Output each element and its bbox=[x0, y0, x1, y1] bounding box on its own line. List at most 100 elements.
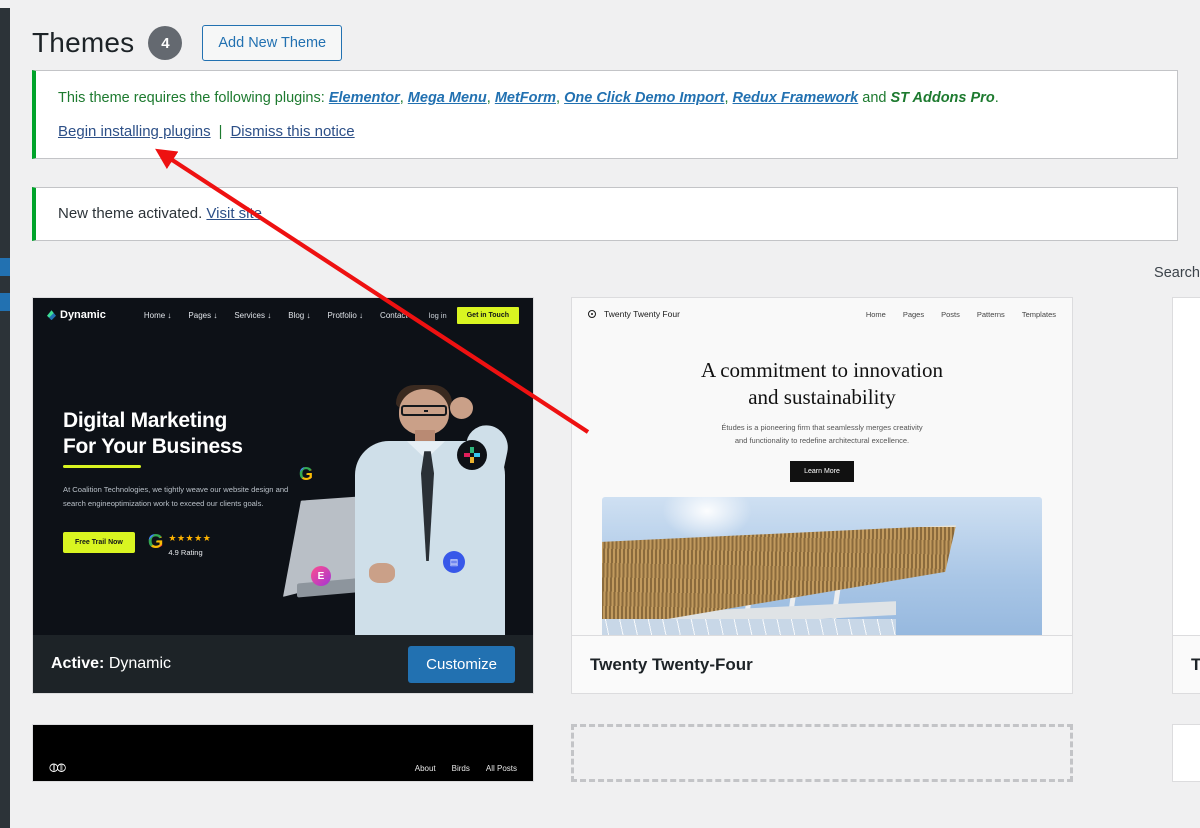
plugin-name-st-addons-pro: ST Addons Pro bbox=[890, 90, 995, 106]
plugin-link-elementor[interactable]: Elementor bbox=[329, 90, 400, 106]
active-prefix: Active: bbox=[51, 655, 105, 673]
plugin-link-one-click-demo-import[interactable]: One Click Demo Import bbox=[564, 90, 724, 106]
admin-menu-sidebar[interactable] bbox=[0, 8, 10, 828]
tt4-menu-patterns: Patterns bbox=[976, 309, 1005, 319]
plugin-link-redux-framework[interactable]: Redux Framework bbox=[733, 90, 859, 106]
tt4-preview-menu: Home Pages Posts Patterns Templates bbox=[866, 310, 1056, 319]
theme-card-third-partial[interactable]: T bbox=[1172, 297, 1200, 695]
theme-activated-message: New theme activated. bbox=[58, 204, 203, 222]
theme-screenshot-twenty-twenty-four[interactable]: Twenty Twenty Four Home Pages Posts Patt… bbox=[572, 298, 1072, 636]
theme-grid-row-2: ⦷⦷ About Birds All Posts bbox=[32, 724, 1200, 783]
bird-menu-all-posts: All Posts bbox=[485, 763, 517, 773]
begin-installing-plugins-link[interactable]: Begin installing plugins bbox=[58, 123, 211, 140]
tt4-hero: A commitment to innovation and sustainab… bbox=[572, 330, 1072, 483]
add-new-theme-button[interactable]: Add New Theme bbox=[202, 25, 343, 61]
tt4-subtext-line-2: and functionality to redefine architectu… bbox=[734, 436, 910, 446]
preview-person-photo bbox=[311, 385, 521, 636]
themes-page: Themes 4 Add New Theme This theme requir… bbox=[10, 0, 1200, 828]
theme-search-row: Search bbox=[10, 241, 1200, 297]
preview-menu: Home ↓ Pages ↓ Services ↓ Blog ↓ Protfol… bbox=[144, 311, 408, 320]
preview-brand: Dynamic bbox=[47, 309, 106, 321]
bird-logo-icon: ⦷⦷ bbox=[49, 760, 66, 775]
plugin-requirement-text: This theme requires the following plugin… bbox=[58, 90, 999, 106]
customize-button[interactable]: Customize bbox=[408, 645, 515, 683]
tt4-menu-templates: Templates bbox=[1021, 309, 1056, 319]
plugin-link-mega-menu[interactable]: Mega Menu bbox=[408, 90, 487, 106]
page-title: Themes bbox=[32, 27, 135, 58]
active-theme-label: Active: Dynamic bbox=[51, 655, 171, 673]
tt4-subtext: Études is a pioneering firm that seamles… bbox=[572, 421, 1072, 447]
headline-underline bbox=[63, 465, 141, 469]
plugin-notice-actions: Begin installing plugins | Dismiss this … bbox=[58, 120, 1157, 143]
preview-cta-button: Get in Touch bbox=[456, 306, 519, 324]
tt4-headline-line-2: and sustainability bbox=[748, 385, 896, 410]
tt4-subtext-line-1: Études is a pioneering firm that seamles… bbox=[721, 422, 923, 432]
theme-footer-third: T bbox=[1173, 635, 1200, 694]
preview-login-label: log in bbox=[428, 310, 447, 320]
preview-menu-portfolio: Protfolio ↓ bbox=[327, 310, 364, 320]
tt4-logo-icon bbox=[588, 310, 596, 319]
theme-name-third: T bbox=[1191, 655, 1200, 675]
person-lower-hand bbox=[369, 563, 395, 584]
preview-menu-pages: Pages ↓ bbox=[188, 310, 218, 320]
glass-grid bbox=[602, 619, 896, 636]
preview-headline-line-2: For Your Business bbox=[63, 434, 243, 458]
theme-card-bird-blog[interactable]: ⦷⦷ About Birds All Posts bbox=[32, 724, 534, 783]
theme-card-dynamic[interactable]: Dynamic Home ↓ Pages ↓ Services ↓ Blog ↓… bbox=[32, 297, 534, 695]
tt4-headline: A commitment to innovation and sustainab… bbox=[572, 357, 1072, 411]
theme-card-twenty-twenty-four[interactable]: Twenty Twenty Four Home Pages Posts Patt… bbox=[571, 297, 1073, 695]
plugin-requirement-intro: This theme requires the following plugin… bbox=[58, 90, 325, 106]
leaf-logo-icon bbox=[47, 310, 56, 321]
preview-description: At Coalition Technologies, we tightly we… bbox=[63, 485, 289, 508]
bird-menu-birds: Birds bbox=[451, 763, 470, 773]
plugin-list-conjunction: and bbox=[862, 90, 887, 106]
tt4-brand-label: Twenty Twenty Four bbox=[604, 309, 680, 320]
theme-grid: Dynamic Home ↓ Pages ↓ Services ↓ Blog ↓… bbox=[32, 297, 1200, 695]
admin-menu-highlight-1[interactable] bbox=[0, 258, 10, 276]
tt4-menu-home: Home bbox=[865, 309, 886, 319]
action-separator: | bbox=[218, 124, 223, 141]
theme-card-bottom-third-partial[interactable] bbox=[1172, 724, 1200, 783]
admin-menu-highlight-2[interactable] bbox=[0, 293, 10, 311]
google-badge-icon: G bbox=[299, 464, 314, 485]
tt4-preview-nav: Twenty Twenty Four Home Pages Posts Patt… bbox=[572, 298, 1072, 330]
preview-trial-button: Free Trail Now bbox=[63, 531, 135, 553]
theme-activated-text: New theme activated. Visit site bbox=[58, 202, 1157, 225]
star-rating-icon: ★★★★★ bbox=[168, 532, 212, 543]
glasses-icon bbox=[401, 405, 447, 417]
theme-activated-notice: New theme activated. Visit site bbox=[32, 186, 1178, 242]
theme-screenshot-bird-blog[interactable]: ⦷⦷ About Birds All Posts bbox=[33, 725, 533, 782]
preview-nav-right: log in Get in Touch bbox=[428, 306, 519, 324]
add-new-theme-placeholder-card[interactable] bbox=[571, 724, 1073, 783]
rating-value: 4.9 Rating bbox=[168, 547, 203, 557]
sun-glow bbox=[662, 497, 752, 542]
theme-screenshot-dynamic[interactable]: Dynamic Home ↓ Pages ↓ Services ↓ Blog ↓… bbox=[33, 298, 533, 636]
theme-count-badge: 4 bbox=[148, 26, 183, 60]
dismiss-notice-link[interactable]: Dismiss this notice bbox=[230, 123, 354, 140]
page-header: Themes 4 Add New Theme bbox=[10, 0, 1200, 68]
person-raised-hand bbox=[450, 397, 473, 420]
bird-preview-menu: About Birds All Posts bbox=[415, 764, 517, 773]
tt4-menu-pages: Pages bbox=[902, 309, 925, 319]
theme-name-twenty-twenty-four: Twenty Twenty-Four bbox=[590, 654, 753, 674]
google-icon: G bbox=[147, 531, 164, 554]
preview-hero: Digital Marketing For Your Business At C… bbox=[33, 332, 533, 636]
bird-menu-about: About bbox=[414, 763, 436, 773]
active-theme-footer: Active: Dynamic Customize bbox=[33, 635, 533, 694]
visit-site-link[interactable]: Visit site bbox=[206, 205, 262, 222]
preview-headline: Digital Marketing For Your Business bbox=[63, 408, 313, 459]
tt4-headline-line-1: A commitment to innovation bbox=[700, 358, 944, 383]
preview-brand-label: Dynamic bbox=[60, 309, 106, 322]
active-theme-name: Dynamic bbox=[108, 655, 172, 673]
slack-badge-icon bbox=[457, 440, 487, 471]
preview-menu-contact: Contact bbox=[380, 310, 408, 320]
plugin-link-metform[interactable]: MetForm bbox=[495, 90, 556, 106]
search-label: Search bbox=[1154, 265, 1200, 282]
preview-menu-blog: Blog ↓ bbox=[288, 310, 311, 320]
theme-screenshot-third[interactable] bbox=[1173, 298, 1200, 636]
preview-nav: Dynamic Home ↓ Pages ↓ Services ↓ Blog ↓… bbox=[33, 298, 533, 332]
preview-headline-line-1: Digital Marketing bbox=[63, 409, 228, 433]
tt4-hero-image bbox=[602, 497, 1042, 636]
preview-rating: G ★★★★★ 4.9 Rating bbox=[148, 528, 211, 557]
tt4-menu-posts: Posts bbox=[941, 309, 960, 319]
